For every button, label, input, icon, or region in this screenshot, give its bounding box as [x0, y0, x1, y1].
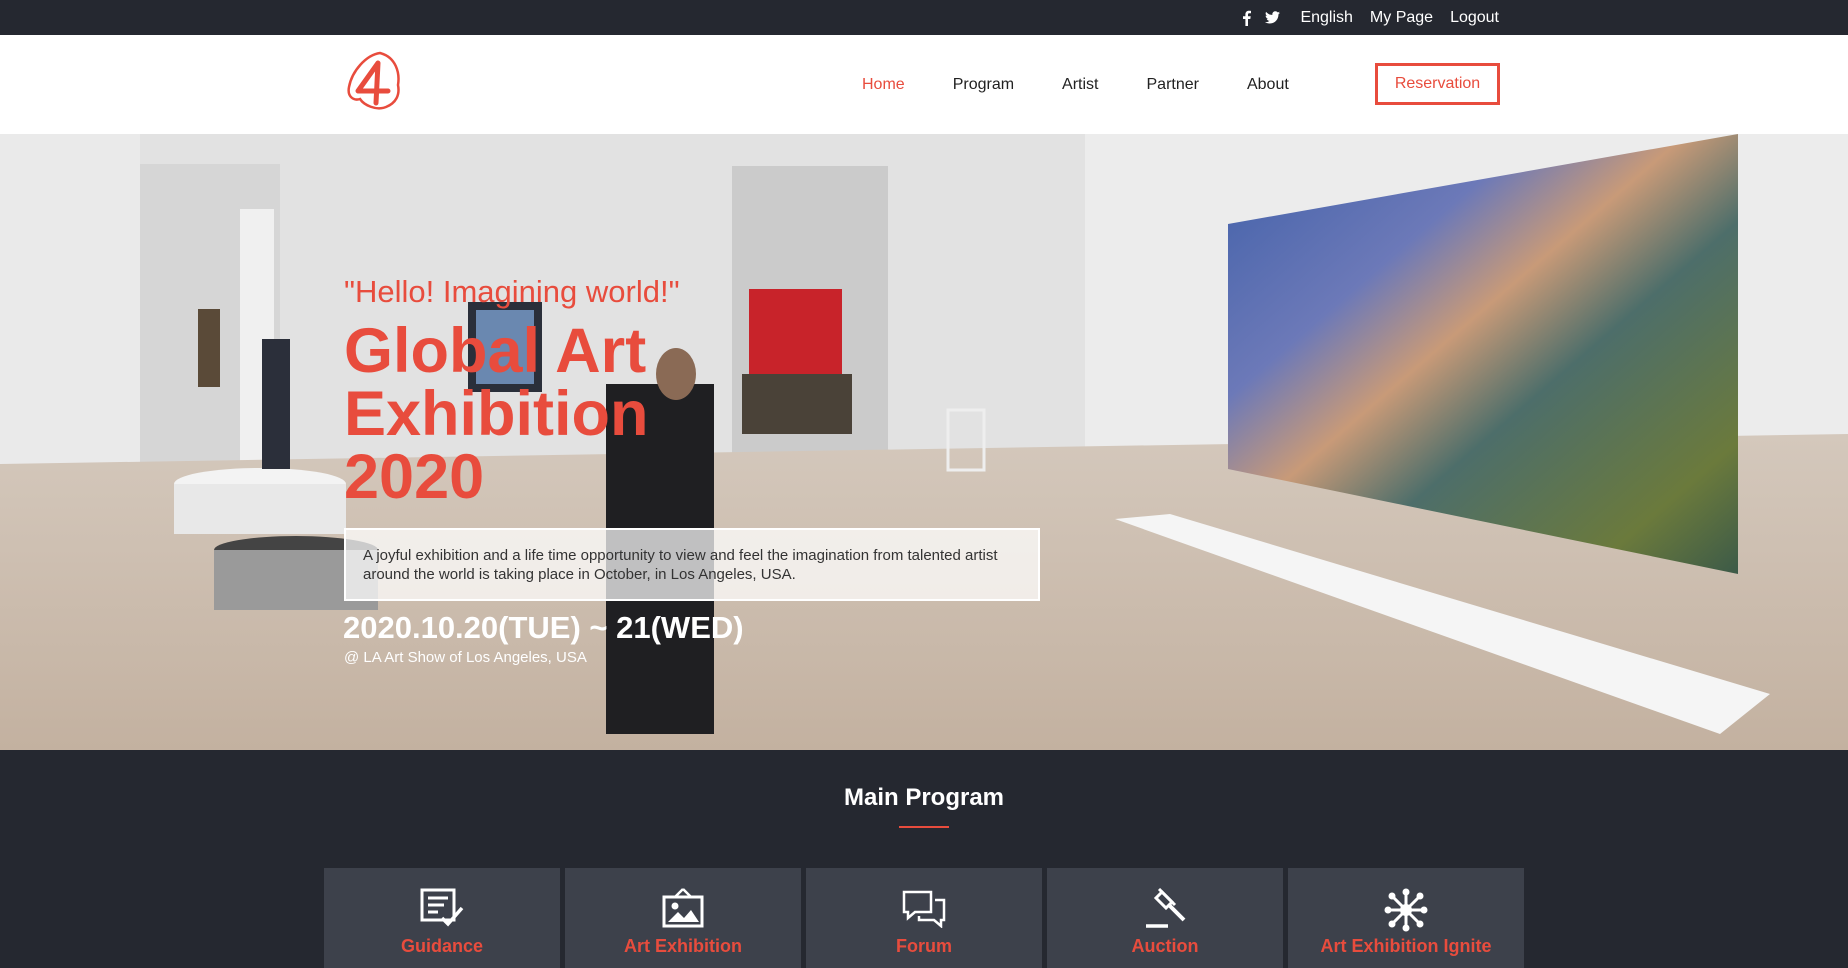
program-card-forum[interactable]: Forum	[806, 868, 1042, 968]
hero-banner: "Hello! Imagining world!" Global Art Exh…	[0, 134, 1848, 750]
hero-title-line: 2020	[344, 442, 485, 512]
main-nav: Home Program Artist Partner About	[862, 35, 1337, 134]
card-label: Art Exhibition	[624, 936, 742, 956]
picture-icon	[565, 888, 801, 928]
program-card-auction[interactable]: Auction	[1047, 868, 1283, 968]
logout-link[interactable]: Logout	[1450, 9, 1499, 27]
twitter-icon[interactable]	[1265, 11, 1281, 24]
site-header: Home Program Artist Partner About Reserv…	[0, 35, 1848, 134]
card-label: Art Exhibition Ignite	[1320, 936, 1492, 956]
hero-title: Global Art Exhibition 2020	[344, 320, 764, 509]
nav-about[interactable]: About	[1247, 76, 1289, 94]
nav-program[interactable]: Program	[953, 76, 1014, 94]
title-underline	[899, 826, 949, 828]
network-icon	[1288, 888, 1524, 932]
gallery-background-image	[0, 134, 1848, 750]
program-card-art-exhibition-ignite[interactable]: Art Exhibition Ignite	[1288, 868, 1524, 968]
gavel-icon	[1047, 888, 1283, 928]
nav-partner[interactable]: Partner	[1147, 76, 1199, 94]
reservation-button[interactable]: Reservation	[1375, 63, 1500, 105]
card-label: Forum	[896, 936, 952, 956]
checklist-icon	[324, 888, 560, 928]
event-venue: @ LA Art Show of Los Angeles, USA	[344, 649, 587, 666]
social-links	[1242, 10, 1281, 26]
language-link[interactable]: English	[1300, 9, 1352, 27]
event-date: 2020.10.20(TUE) ~ 21(WED)	[343, 610, 744, 645]
section-title: Main Program	[843, 784, 1005, 811]
facebook-icon[interactable]	[1242, 10, 1252, 26]
hero-quote: "Hello! Imagining world!"	[344, 274, 680, 309]
program-card-guidance[interactable]: Guidance	[324, 868, 560, 968]
hero-title-line: Global Art	[344, 316, 647, 386]
program-cards: Guidance Art Exhibition Forum Auction Ar…	[324, 868, 1524, 968]
card-label: Auction	[1131, 936, 1199, 956]
hero-title-line: Exhibition	[344, 379, 649, 449]
program-card-art-exhibition[interactable]: Art Exhibition	[565, 868, 801, 968]
main-program-section: Main Program Guidance Art Exhibition For…	[0, 750, 1848, 968]
hero-description: A joyful exhibition and a life time oppo…	[344, 528, 1040, 601]
chat-bubbles-icon	[806, 888, 1042, 928]
nav-artist[interactable]: Artist	[1062, 76, 1098, 94]
top-utility-bar: English My Page Logout	[0, 0, 1848, 35]
nav-home[interactable]: Home	[862, 76, 905, 94]
my-page-link[interactable]: My Page	[1370, 9, 1433, 27]
card-label: Guidance	[400, 936, 484, 956]
site-logo[interactable]	[346, 49, 402, 113]
